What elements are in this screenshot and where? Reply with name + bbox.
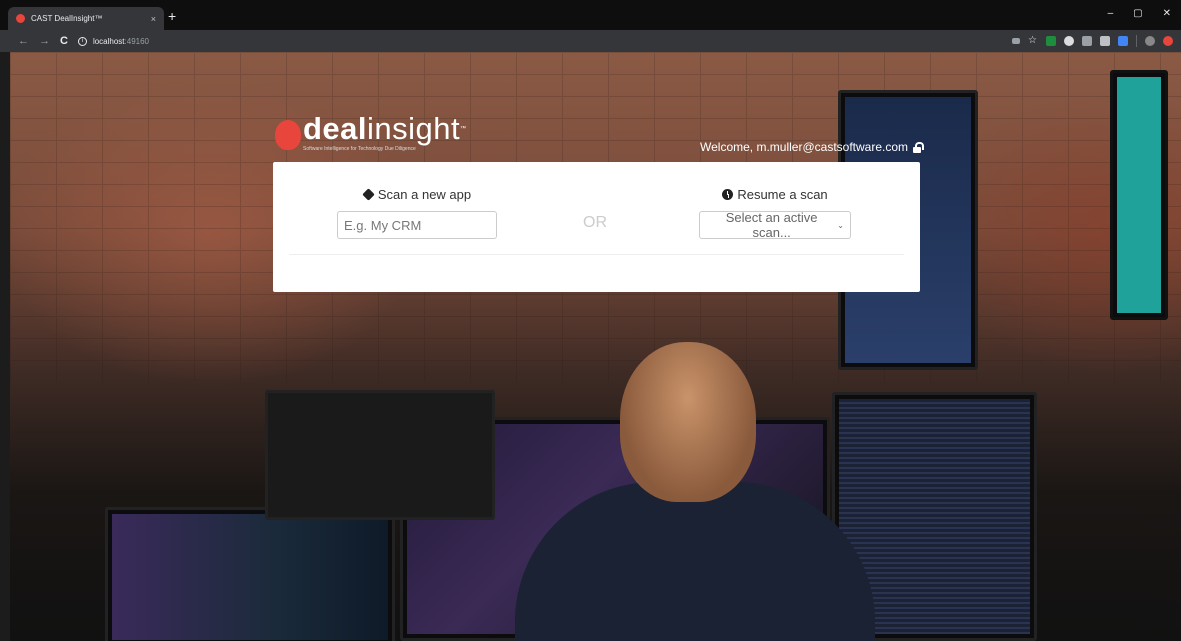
new-tab-button[interactable]: +	[168, 9, 176, 23]
brand-name: dealinsight™	[303, 111, 467, 146]
logout-lock-icon[interactable]	[912, 141, 925, 153]
back-monitor	[265, 390, 495, 520]
key-icon[interactable]	[1012, 38, 1020, 44]
active-scan-select-value: Select an active scan...	[725, 210, 818, 240]
browser-tab[interactable]: CAST DealInsight™ ×	[8, 7, 164, 30]
window-controls: – ▢ ✕	[1108, 8, 1171, 19]
clock-icon	[722, 189, 734, 200]
resume-scan-section: Resume a scan Select an active scan... ⌄	[699, 187, 851, 240]
browser-toolbar: ← → C i localhost:49160 ☆	[0, 30, 1181, 52]
close-window-button[interactable]: ✕	[1163, 8, 1171, 19]
browser-tabstrip: CAST DealInsight™ × + – ▢ ✕	[0, 0, 1181, 30]
site-info-icon[interactable]: i	[77, 36, 87, 46]
scan-new-title: Scan a new app	[337, 187, 497, 202]
extension-blue-icon[interactable]	[1118, 36, 1128, 46]
back-button[interactable]: ←	[18, 35, 29, 47]
app-name-input[interactable]	[337, 211, 497, 239]
logo-mark-icon	[275, 120, 301, 150]
person-head	[620, 342, 756, 502]
favicon-icon	[16, 14, 25, 23]
url-port: :49160	[124, 36, 149, 46]
star-icon[interactable]: ☆	[1028, 36, 1038, 46]
page-background: dealinsight™ Software Intelligence for T…	[10, 52, 1181, 641]
active-scan-select[interactable]: Select an active scan... ⌄	[699, 210, 851, 240]
extension-green-icon[interactable]	[1046, 36, 1056, 46]
brand-tagline: Software Intelligence for Technology Due…	[303, 146, 416, 152]
scan-card: Scan a new app OR Resume a scan Select a…	[273, 162, 920, 292]
minimize-button[interactable]: –	[1108, 8, 1114, 19]
resume-scan-title: Resume a scan	[699, 187, 851, 202]
profile-avatar[interactable]	[1145, 36, 1155, 46]
tab-title: CAST DealInsight™	[31, 14, 103, 23]
chevron-down-icon: ⌄	[837, 220, 844, 230]
scan-new-section: Scan a new app	[337, 187, 497, 239]
extension-grid-icon[interactable]	[1082, 36, 1092, 46]
url-host: localhost	[92, 36, 125, 46]
extension-icons: ☆	[1012, 35, 1173, 47]
tab-close-icon[interactable]: ×	[151, 14, 156, 24]
update-icon[interactable]	[1163, 36, 1173, 46]
forward-button[interactable]: →	[39, 35, 50, 47]
brand-logo: dealinsight™ Software Intelligence for T…	[275, 111, 467, 152]
toolbar-divider	[1136, 35, 1137, 47]
welcome-message: Welcome, m.muller@castsoftware.com	[700, 140, 925, 154]
wall-frame	[1110, 70, 1168, 320]
extension-chat-icon[interactable]	[1100, 36, 1110, 46]
or-separator: OR	[583, 214, 607, 231]
card-divider	[289, 254, 904, 255]
game-monitor	[105, 507, 395, 641]
reload-button[interactable]: C	[60, 35, 68, 47]
address-bar[interactable]: i localhost:49160	[77, 33, 1021, 49]
maximize-button[interactable]: ▢	[1133, 8, 1142, 19]
welcome-text: Welcome, m.muller@castsoftware.com	[700, 140, 909, 154]
cube-icon	[362, 188, 375, 201]
extension-circle-icon[interactable]	[1064, 36, 1074, 46]
